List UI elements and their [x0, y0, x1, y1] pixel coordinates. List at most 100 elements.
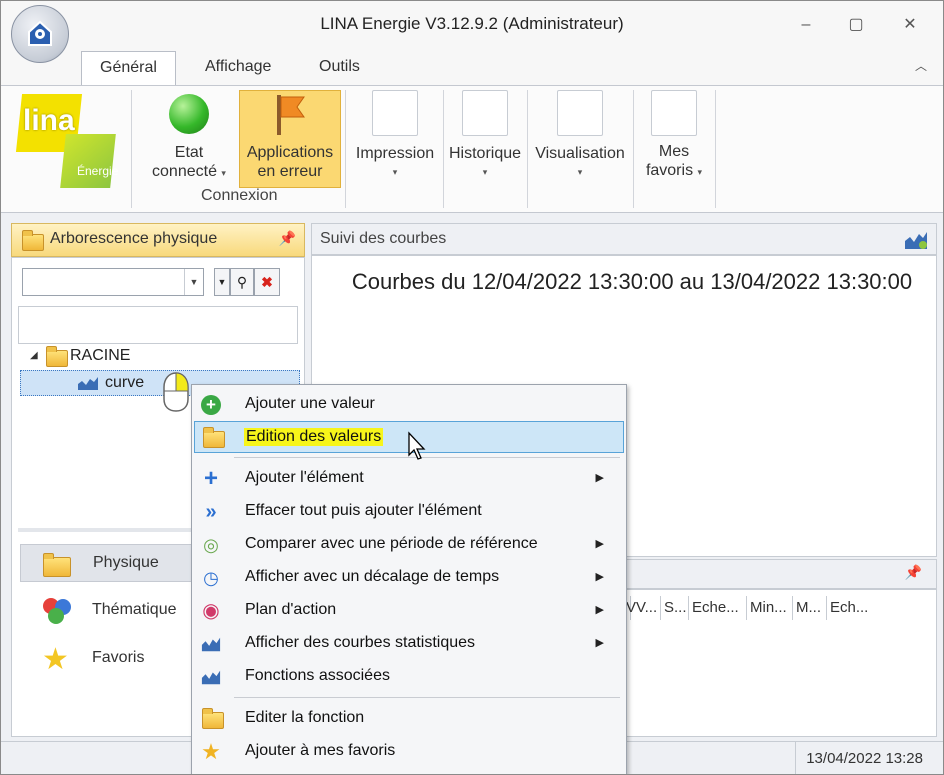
etat-connecte-button[interactable]: Etat connecté ▾	[143, 94, 235, 186]
star-icon: ★	[201, 739, 221, 764]
menu-item-ajouter-valeur[interactable]: + Ajouter une valeur	[194, 389, 622, 419]
applications-label-1: Applications	[246, 144, 334, 161]
title-bar: LINA Energie V3.12.9.2 (Administrateur) …	[1, 1, 943, 49]
column-header[interactable]: Ech...	[826, 596, 870, 620]
ribbon-separator	[443, 90, 444, 208]
logo-word: lina	[23, 104, 75, 137]
impression-label: Impression	[355, 145, 435, 162]
menu-item-effacer-ajouter[interactable]: » Effacer tout puis ajouter l'élément	[194, 496, 622, 526]
dropdown-arrow-icon: ▾	[697, 167, 703, 177]
time-shift-icon: ◷	[203, 568, 219, 588]
menu-item-comparer[interactable]: ◎ Comparer avec une période de référence…	[194, 529, 622, 559]
ribbon-tabs: Général Affichage Outils ︿	[1, 49, 943, 86]
left-panel-header: Arborescence physique 📌	[11, 223, 305, 257]
dropdown-arrow-icon: ▾	[392, 167, 398, 177]
menu-item-label: Comparer avec une période de référence	[245, 535, 538, 552]
menu-item-label: Afficher avec un décalage de temps	[245, 568, 500, 585]
tab-outils[interactable]: Outils	[301, 51, 378, 85]
menu-item-label: Plan d'action	[245, 601, 337, 618]
menu-item-plan-action[interactable]: ◉ Plan d'action ▶	[194, 595, 622, 625]
menu-item-ajouter-favoris[interactable]: ★ Ajouter à mes favoris	[194, 736, 622, 766]
expand-caret-icon[interactable]: ◢	[30, 350, 38, 361]
nav-label: Favoris	[92, 649, 145, 666]
dropdown-arrow-icon: ▾	[221, 168, 226, 178]
impression-button[interactable]: Impression ▾	[351, 90, 439, 186]
star-icon: ★	[42, 643, 69, 676]
chevron-down-icon[interactable]: ▼	[184, 269, 203, 295]
submenu-arrow-icon: ▶	[595, 538, 604, 550]
menu-item-editer-fonction[interactable]: Editer la fonction	[194, 703, 622, 733]
status-green-icon	[169, 94, 209, 134]
menu-item-label: Ajouter à mes favoris	[245, 742, 396, 759]
home-location-icon	[28, 20, 52, 46]
ribbon-separator	[131, 90, 132, 208]
folder-icon	[46, 346, 68, 367]
ribbon: lina Énergie Etat connecté ▾ Application…	[1, 85, 943, 213]
historique-icon	[462, 90, 508, 136]
tree-search-input[interactable]	[18, 306, 298, 344]
etat-label-1: Etat	[174, 144, 204, 161]
maximize-button[interactable]: ▢	[845, 15, 867, 35]
historique-button[interactable]: Historique ▾	[445, 90, 525, 186]
column-header[interactable]: Eche...	[688, 596, 747, 620]
lower-panel-header: 📌	[621, 559, 937, 589]
menu-item-label: Editer la fonction	[245, 709, 365, 726]
pin-icon[interactable]: 📌	[905, 564, 922, 581]
thematique-icon	[43, 598, 71, 624]
app-menu-button[interactable]	[11, 5, 69, 63]
mouse-right-click-icon	[163, 372, 189, 412]
clear-filter-icon[interactable]: ✖	[254, 268, 280, 296]
close-button[interactable]: ✕	[899, 15, 921, 35]
group-label-connexion: Connexion	[201, 187, 278, 204]
etat-label-2: connecté	[152, 163, 217, 180]
logo-sub: Énergie	[77, 164, 119, 178]
visualisation-button[interactable]: Visualisation ▾	[531, 90, 629, 186]
tab-general[interactable]: Général	[81, 51, 176, 86]
submenu-arrow-icon: ▶	[595, 637, 604, 649]
chart-icon	[201, 670, 221, 685]
submenu-arrow-icon: ▶	[595, 472, 604, 484]
plus-icon: +	[203, 465, 218, 492]
folder-icon	[43, 553, 71, 577]
filter-combo[interactable]: ▼	[22, 268, 204, 296]
menu-item-decalage[interactable]: ◷ Afficher avec un décalage de temps ▶	[194, 562, 622, 592]
tree-node-label: curve	[105, 374, 145, 391]
add-circle-icon: +	[201, 395, 221, 415]
ribbon-separator	[345, 90, 346, 208]
column-header[interactable]: V...	[632, 596, 661, 620]
submenu-arrow-icon: ▶	[595, 571, 604, 583]
nav-label: Thématique	[92, 601, 177, 618]
left-panel-title: Arborescence physique	[50, 230, 218, 247]
ribbon-separator	[715, 90, 716, 208]
warning-flag-icon	[277, 95, 305, 135]
mes-favoris-button[interactable]: Mes favoris ▾	[639, 90, 709, 186]
impression-icon	[372, 90, 418, 136]
folder-edit-icon	[202, 708, 224, 729]
applications-en-erreur-button[interactable]: Applications en erreur	[239, 90, 341, 188]
dropdown-arrow-icon: ▾	[482, 167, 488, 177]
compare-icon: ◎	[203, 535, 219, 555]
column-header[interactable]: Min...	[746, 596, 793, 620]
menu-item-ajouter-element[interactable]: + Ajouter l'élément ▶	[194, 463, 622, 493]
visualisation-label: Visualisation	[535, 145, 625, 162]
pin-icon[interactable]: 📌	[279, 230, 296, 247]
collapse-ribbon-icon[interactable]: ︿	[915, 57, 927, 74]
tab-affichage[interactable]: Affichage	[187, 51, 289, 85]
favoris-label-1: Mes	[658, 143, 690, 160]
menu-item-label: Ajouter une valeur	[245, 395, 375, 412]
column-header[interactable]: M...	[792, 596, 827, 620]
dropdown-button[interactable]: ▼	[214, 268, 230, 296]
nav-label: Physique	[93, 554, 159, 571]
chart-icon	[78, 377, 98, 390]
menu-item-label: Afficher des courbes statistiques	[245, 634, 476, 651]
menu-item-fonctions-associees[interactable]: Fonctions associées	[194, 661, 622, 691]
folder-icon	[22, 230, 44, 251]
column-header[interactable]: S...	[660, 596, 689, 620]
double-chevron-icon: »	[205, 501, 217, 523]
chart-settings-icon[interactable]	[904, 228, 928, 250]
right-panel-title: Suivi des courbes	[320, 230, 447, 247]
filter-funnel-icon[interactable]: ⚲	[230, 268, 254, 296]
minimize-button[interactable]: –	[795, 15, 817, 35]
menu-item-courbes-statistiques[interactable]: Afficher des courbes statistiques ▶	[194, 628, 622, 658]
folder-edit-icon	[203, 427, 225, 448]
